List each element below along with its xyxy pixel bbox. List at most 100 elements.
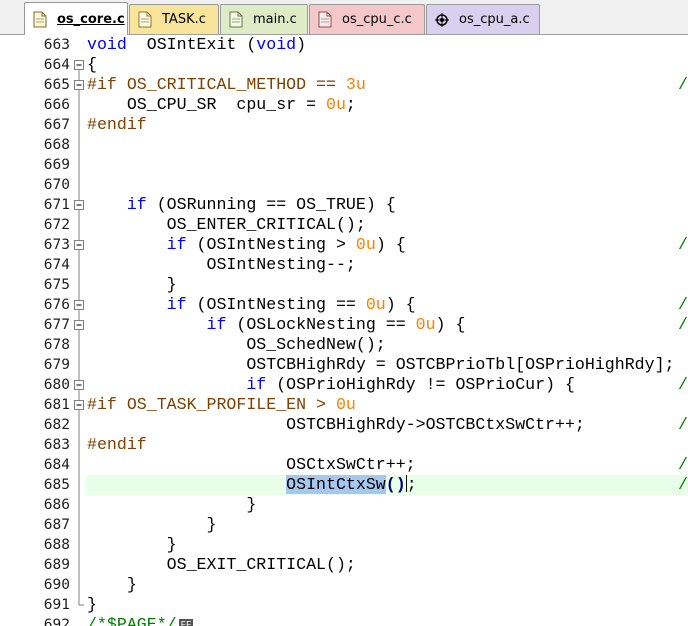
line-number: 664 bbox=[43, 57, 70, 73]
code-line[interactable]: 666 OS_CPU_SR cpu_sr = 0u; bbox=[0, 95, 688, 115]
code-text: #endif bbox=[87, 115, 147, 134]
code-line[interactable]: 683 #endif bbox=[0, 435, 688, 455]
code-line[interactable]: 680 if (OSPrioHighRdy != OSPrioCur) { / bbox=[0, 375, 688, 395]
fold-collapse-icon[interactable] bbox=[73, 315, 85, 335]
code-line[interactable]: 679 OSTCBHighRdy = OSTCBPrioTbl[OSPrioHi… bbox=[0, 355, 688, 375]
tab-os-cpu-c-c[interactable]: os_cpu_c.c bbox=[309, 4, 425, 34]
fold-line bbox=[73, 475, 85, 495]
line-number: 665 bbox=[43, 77, 70, 93]
line-number: 667 bbox=[43, 117, 70, 133]
line-number: 671 bbox=[43, 197, 70, 213]
line-number: 663 bbox=[43, 37, 70, 53]
file-icon bbox=[138, 11, 152, 28]
fold-line bbox=[73, 215, 85, 235]
tab-task-c[interactable]: TASK.c bbox=[129, 4, 219, 34]
line-number: 677 bbox=[43, 317, 70, 333]
code-line[interactable]: 692 /*$PAGE*/FF bbox=[0, 615, 688, 626]
tab-main-c[interactable]: main.c bbox=[220, 4, 308, 34]
code-line[interactable]: 691 } bbox=[0, 595, 688, 615]
line-number: 692 bbox=[43, 617, 70, 626]
code-line[interactable]: 689 OS_EXIT_CRITICAL(); bbox=[0, 555, 688, 575]
line-number: 673 bbox=[43, 237, 70, 253]
tab-os-core-c[interactable]: os_core.c bbox=[24, 2, 128, 35]
matched-brackets: () bbox=[385, 475, 406, 494]
code-line[interactable]: 687 } bbox=[0, 515, 688, 535]
code-line[interactable]: 676 if (OSIntNesting == 0u) { / bbox=[0, 295, 688, 315]
fold-end bbox=[73, 535, 85, 555]
fold-end bbox=[73, 115, 85, 135]
comment-tail: / bbox=[678, 235, 688, 254]
fold-collapse-icon[interactable] bbox=[73, 295, 85, 315]
asm-file-icon bbox=[435, 11, 449, 28]
line-number: 681 bbox=[43, 397, 70, 413]
line-number: 670 bbox=[43, 177, 70, 193]
code-line[interactable]: 669 bbox=[0, 155, 688, 175]
fold-end bbox=[73, 495, 85, 515]
fold-collapse-icon[interactable] bbox=[73, 195, 85, 215]
fold-collapse-icon[interactable] bbox=[73, 395, 85, 415]
fold-collapse-icon[interactable] bbox=[73, 375, 85, 395]
code-text: } bbox=[87, 575, 137, 594]
code-text: } bbox=[87, 515, 217, 534]
line-number: 686 bbox=[43, 497, 70, 513]
code-line[interactable]: 682 OSTCBHighRdy->OSTCBCtxSwCtr++; / bbox=[0, 415, 688, 435]
fold-end bbox=[73, 435, 85, 455]
line-number: 687 bbox=[43, 517, 70, 533]
current-code-line[interactable]: 685 OSIntCtxSw(); / bbox=[0, 475, 688, 495]
line-number: 666 bbox=[43, 97, 70, 113]
line-number: 684 bbox=[43, 457, 70, 473]
fold-collapse-icon[interactable] bbox=[73, 235, 85, 255]
code-line[interactable]: 674 OSIntNesting--; bbox=[0, 255, 688, 275]
comment-tail: / bbox=[678, 315, 688, 334]
line-number: 676 bbox=[43, 297, 70, 313]
fold-line bbox=[73, 415, 85, 435]
code-text: OSCtxSwCtr++; bbox=[87, 455, 416, 474]
code-line[interactable]: 681 #if OS_TASK_PROFILE_EN > 0u bbox=[0, 395, 688, 415]
fold-collapse-icon[interactable] bbox=[73, 75, 85, 95]
code-text: OSTCBHighRdy->OSTCBCtxSwCtr++; bbox=[87, 415, 585, 434]
code-text: /*$PAGE*/FF bbox=[87, 615, 194, 626]
code-line[interactable]: 668 bbox=[0, 135, 688, 155]
code-line[interactable]: 672 OS_ENTER_CRITICAL(); bbox=[0, 215, 688, 235]
code-line[interactable]: 675 } bbox=[0, 275, 688, 295]
code-text: void OSIntExit (void) bbox=[87, 35, 307, 54]
fold-line bbox=[73, 95, 85, 115]
code-text: OSIntNesting--; bbox=[87, 255, 356, 274]
code-line[interactable]: 664 { bbox=[0, 55, 688, 75]
line-number: 680 bbox=[43, 377, 70, 393]
line-number: 679 bbox=[43, 357, 70, 373]
code-line[interactable]: 671 if (OSRunning == OS_TRUE) { bbox=[0, 195, 688, 215]
code-line[interactable]: 684 OSCtxSwCtr++; / bbox=[0, 455, 688, 475]
code-text: } bbox=[87, 535, 177, 554]
code-editor[interactable]: 663 void OSIntExit (void) 664 { 665 #if … bbox=[0, 35, 688, 626]
code-text: #endif bbox=[87, 435, 147, 454]
code-text: } bbox=[87, 595, 97, 614]
code-text: OSTCBHighRdy = OSTCBPrioTbl[OSPrioHighRd… bbox=[87, 355, 675, 374]
code-text: } bbox=[87, 495, 257, 514]
code-line[interactable]: 686 } bbox=[0, 495, 688, 515]
code-line[interactable]: 663 void OSIntExit (void) bbox=[0, 35, 688, 55]
code-line[interactable]: 665 #if OS_CRITICAL_METHOD == 3u / bbox=[0, 75, 688, 95]
comment-tail: / bbox=[678, 375, 688, 394]
tab-os-cpu-a-c[interactable]: os_cpu_a.c bbox=[426, 4, 540, 34]
code-line[interactable]: 670 bbox=[0, 175, 688, 195]
line-number: 674 bbox=[43, 257, 70, 273]
fold-line bbox=[73, 175, 85, 195]
code-line[interactable]: 673 if (OSIntNesting > 0u) { / bbox=[0, 235, 688, 255]
code-line[interactable]: 677 if (OSLockNesting == 0u) { / bbox=[0, 315, 688, 335]
fold-end bbox=[73, 595, 85, 615]
code-line[interactable]: 667 #endif bbox=[0, 115, 688, 135]
fold-collapse-icon[interactable] bbox=[73, 55, 85, 75]
tab-label: main.c bbox=[253, 12, 297, 27]
comment-tail: / bbox=[678, 455, 688, 474]
code-line[interactable]: 688 } bbox=[0, 535, 688, 555]
file-icon bbox=[229, 11, 243, 28]
tab-label: TASK.c bbox=[162, 12, 206, 27]
code-text: OS_ENTER_CRITICAL(); bbox=[87, 215, 366, 234]
code-text: if (OSIntNesting == 0u) { bbox=[166, 295, 416, 314]
code-line[interactable]: 690 } bbox=[0, 575, 688, 595]
code-line[interactable]: 678 OS_SchedNew(); bbox=[0, 335, 688, 355]
fold-end bbox=[73, 575, 85, 595]
fold-none bbox=[73, 615, 85, 626]
line-number: 678 bbox=[43, 337, 70, 353]
